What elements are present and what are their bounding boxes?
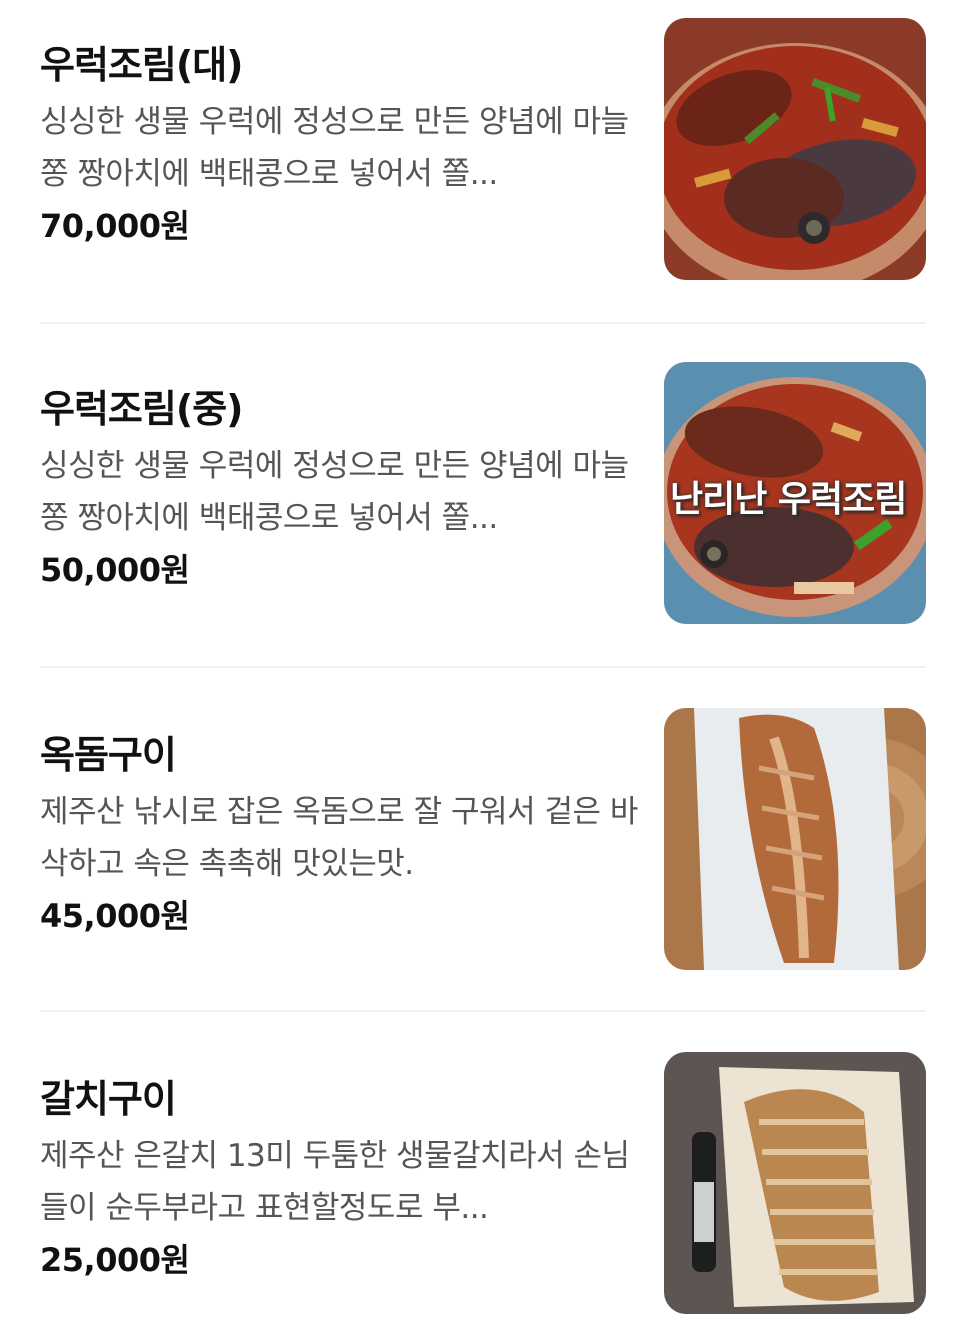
menu-item-info: 우럭조림(대) 싱싱한 생물 우럭에 정성으로 만든 양념에 마늘쫑 짱아치에 … <box>40 18 640 248</box>
menu-item-description: 제주산 낚시로 잡은 옥돔으로 잘 구워서 겉은 바삭하고 속은 촉촉해 맛있는… <box>40 794 638 882</box>
menu-item-name: 갈치구이 <box>40 1077 177 1121</box>
menu-item-name: 옥돔구이 <box>40 733 177 777</box>
menu-item-info: 갈치구이 제주산 은갈치 13미 두툼한 생물갈치라서 손님들이 순두부라고 표… <box>40 1052 640 1282</box>
menu-item-info: 우럭조림(중) 싱싱한 생물 우럭에 정성으로 만든 양념에 마늘쫑 짱아치에 … <box>40 362 640 592</box>
menu-item-photo <box>664 18 926 280</box>
menu-item-price: 25,000원 <box>40 1241 190 1279</box>
menu-item-braised-rockfish-large[interactable]: 우럭조림(대) 싱싱한 생물 우럭에 정성으로 만든 양념에 마늘쫑 짱아치에 … <box>40 18 926 282</box>
menu-item-name: 우럭조림(중) <box>40 387 244 431</box>
menu-item-braised-rockfish-medium[interactable]: 우럭조림(중) 싱싱한 생물 우럭에 정성으로 만든 양념에 마늘쫑 짱아치에 … <box>40 362 926 626</box>
photo-caption: 난리난 우럭조림 <box>670 479 907 520</box>
grilled-tilefish-photo <box>664 708 926 970</box>
menu-item-description: 싱싱한 생물 우럭에 정성으로 만든 양념에 마늘쫑 짱아치에 백태콩으로 넣어… <box>40 448 629 536</box>
menu-divider <box>40 666 926 668</box>
menu-item-price: 45,000원 <box>40 897 190 935</box>
menu-item-name: 우럭조림(대) <box>40 43 244 87</box>
menu-item-grilled-hairtail[interactable]: 갈치구이 제주산 은갈치 13미 두툼한 생물갈치라서 손님들이 순두부라고 표… <box>40 1052 926 1316</box>
menu-item-photo <box>664 1052 926 1314</box>
menu-item-info: 옥돔구이 제주산 낚시로 잡은 옥돔으로 잘 구워서 겉은 바삭하고 속은 촉촉… <box>40 708 640 938</box>
braised-rockfish-photo <box>664 18 926 280</box>
menu-item-grilled-tilefish[interactable]: 옥돔구이 제주산 낚시로 잡은 옥돔으로 잘 구워서 겉은 바삭하고 속은 촉촉… <box>40 708 926 972</box>
menu-item-price: 50,000원 <box>40 551 190 589</box>
menu-divider <box>40 1010 926 1012</box>
menu-item-description: 제주산 은갈치 13미 두툼한 생물갈치라서 손님들이 순두부라고 표현할정도로… <box>40 1138 630 1226</box>
menu-item-description: 싱싱한 생물 우럭에 정성으로 만든 양념에 마늘쫑 짱아치에 백태콩으로 넣어… <box>40 104 629 192</box>
grilled-hairtail-photo <box>664 1052 926 1314</box>
menu-divider <box>40 322 926 324</box>
menu-item-photo: 난리난 우럭조림 <box>664 362 926 624</box>
menu-item-price: 70,000원 <box>40 207 190 245</box>
menu-item-photo <box>664 708 926 970</box>
